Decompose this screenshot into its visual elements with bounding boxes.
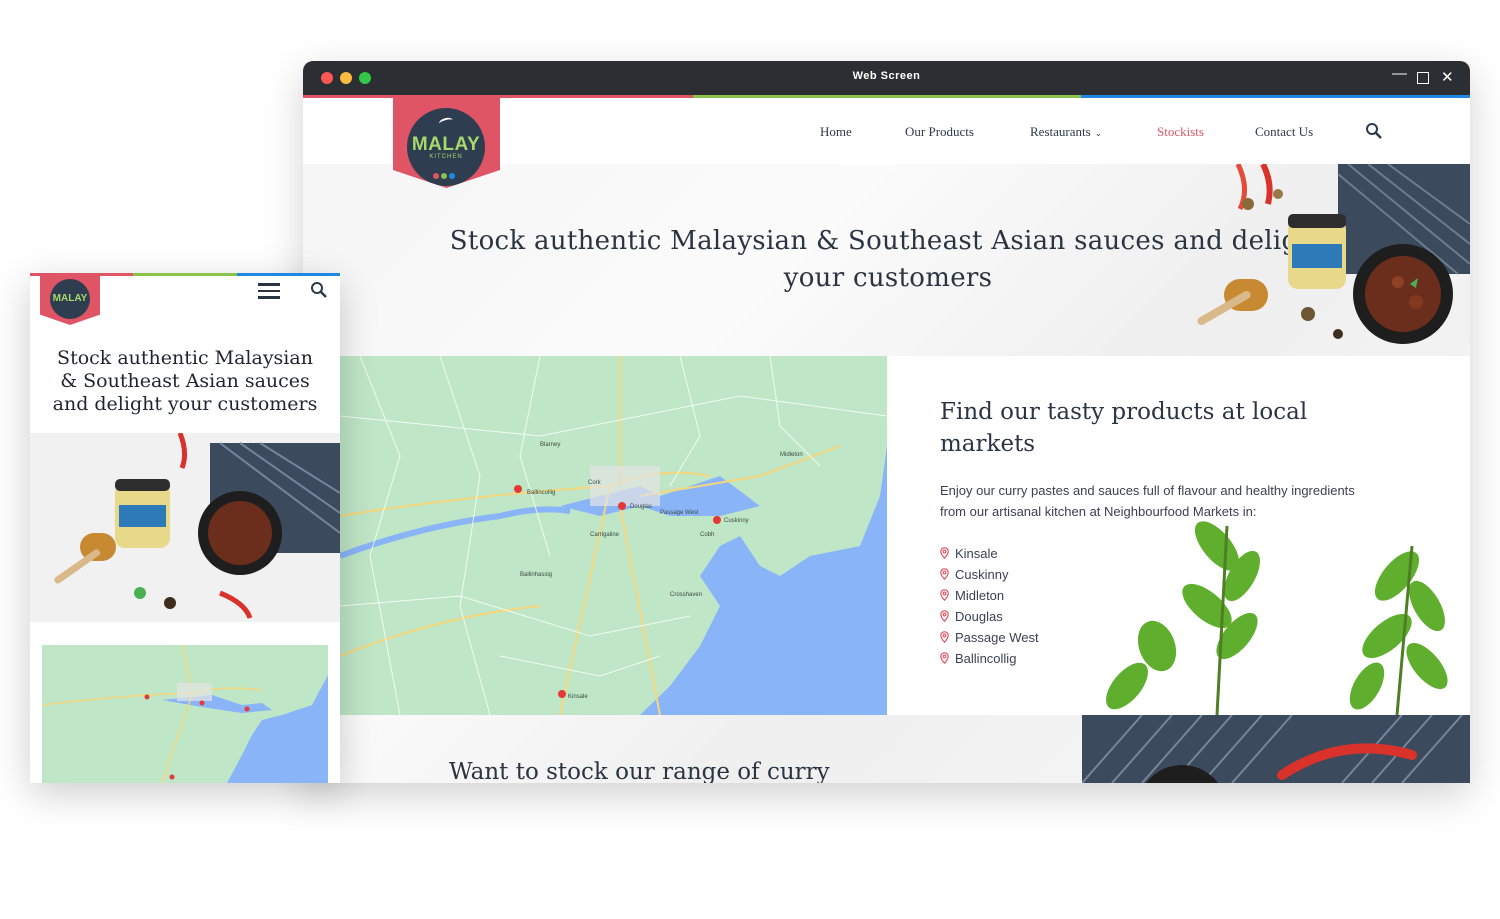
svg-text:Midleton: Midleton — [780, 452, 803, 458]
markets-section: Find our tasty products at local markets… — [887, 356, 1470, 715]
map-pin-icon — [940, 631, 949, 643]
mobile-stripe-green — [133, 273, 237, 276]
mobile-stripe-blue — [237, 273, 340, 276]
wholesale-title: Want to stock our range of curry — [449, 759, 830, 783]
logo-dots — [433, 166, 457, 184]
mobile-hero-title: Stock authentic Malaysian & Southeast As… — [52, 347, 318, 415]
mobile-stockists-map[interactable] — [42, 645, 328, 783]
svg-text:Carrigaline: Carrigaline — [590, 532, 620, 538]
market-locations-list: Kinsale Cuskinny Midleton Douglas Passag… — [940, 543, 1039, 669]
market-location-name: Ballincollig — [955, 651, 1017, 666]
mobile-curry-image — [30, 433, 340, 622]
svg-text:Blarney: Blarney — [540, 442, 560, 448]
market-location: Douglas — [940, 606, 1039, 627]
market-location-name: Kinsale — [955, 546, 998, 561]
svg-text:Passage West: Passage West — [660, 510, 699, 516]
desktop-browser-window: Web Screen — ✕ Stock authentic Malaysian… — [303, 61, 1470, 783]
market-location-name: Passage West — [955, 630, 1039, 645]
market-location-name: Midleton — [955, 588, 1005, 603]
map-pin-icon — [940, 568, 949, 580]
hamburger-icon[interactable] — [258, 283, 280, 299]
markets-title: Find our tasty products at local markets — [940, 399, 1308, 457]
chili-cloth-image — [1082, 715, 1470, 783]
mobile-logo-emblem: MALAY — [50, 279, 90, 319]
window-titlebar: Web Screen — ✕ — [303, 61, 1470, 95]
market-location: Kinsale — [940, 543, 1039, 564]
svg-text:Ballincollig: Ballincollig — [527, 490, 555, 496]
minimize-icon[interactable]: — — [1392, 65, 1407, 82]
site-header: MALAY KITCHEN Home Our Products Restaura… — [303, 98, 1470, 188]
nav-restaurants[interactable]: Restaurants ⌄ — [1030, 124, 1102, 140]
chevron-down-icon: ⌄ — [1094, 128, 1103, 138]
svg-text:Cobh: Cobh — [700, 532, 714, 538]
nav-home[interactable]: Home — [820, 124, 852, 140]
wholesale-section: Want to stock our range of curry — [303, 715, 1470, 783]
svg-text:Cork: Cork — [588, 480, 602, 486]
map-pin-icon — [940, 547, 949, 559]
map-pin-icon — [940, 610, 949, 622]
curry-bowl-image — [1197, 164, 1470, 344]
search-icon[interactable] — [1365, 122, 1383, 140]
market-location: Midleton — [940, 585, 1039, 606]
mobile-preview: MALAY Stock authentic Malaysian & Southe… — [30, 273, 340, 783]
logo-text: MALAY — [411, 134, 481, 155]
site-logo[interactable]: MALAY KITCHEN — [393, 98, 500, 188]
svg-text:Kinsale: Kinsale — [568, 694, 588, 700]
nav-contact-us[interactable]: Contact Us — [1255, 124, 1313, 140]
stockists-page: Stock authentic Malaysian & Southeast As… — [303, 98, 1470, 783]
nav-our-products[interactable]: Our Products — [905, 124, 974, 140]
map-pin-icon — [940, 652, 949, 664]
market-location: Ballincollig — [940, 648, 1039, 669]
window-title: Web Screen — [852, 70, 921, 82]
stockists-map[interactable]: Ballincollig Cork Douglas Cuskinny Kinsale… — [340, 356, 887, 715]
markets-description: Enjoy our curry pastes and sauces full o… — [940, 483, 1355, 519]
svg-text:Crosshaven: Crosshaven — [670, 592, 702, 598]
svg-text:Ballinhassig: Ballinhassig — [520, 572, 552, 578]
market-location: Cuskinny — [940, 564, 1039, 585]
search-icon[interactable] — [310, 281, 328, 299]
svg-text:Douglas: Douglas — [630, 504, 652, 510]
market-location-name: Cuskinny — [955, 567, 1009, 582]
nav-stockists[interactable]: Stockists — [1157, 124, 1204, 140]
market-location-name: Douglas — [955, 609, 1003, 624]
hero-section: Stock authentic Malaysian & Southeast As… — [303, 164, 1470, 356]
svg-text:Cuskinny: Cuskinny — [724, 518, 749, 524]
mobile-logo[interactable]: MALAY — [40, 273, 100, 325]
chili-icon — [438, 116, 454, 128]
logo-emblem: MALAY KITCHEN — [407, 108, 485, 186]
curry-leaves-image — [1106, 521, 1448, 715]
maximize-icon[interactable] — [1417, 72, 1429, 84]
market-location: Passage West — [940, 627, 1039, 648]
nav-restaurants-label: Restaurants — [1030, 124, 1091, 139]
mobile-logo-text: MALAY — [52, 293, 88, 304]
map-pin-icon — [940, 589, 949, 601]
close-icon[interactable]: ✕ — [1441, 68, 1454, 86]
